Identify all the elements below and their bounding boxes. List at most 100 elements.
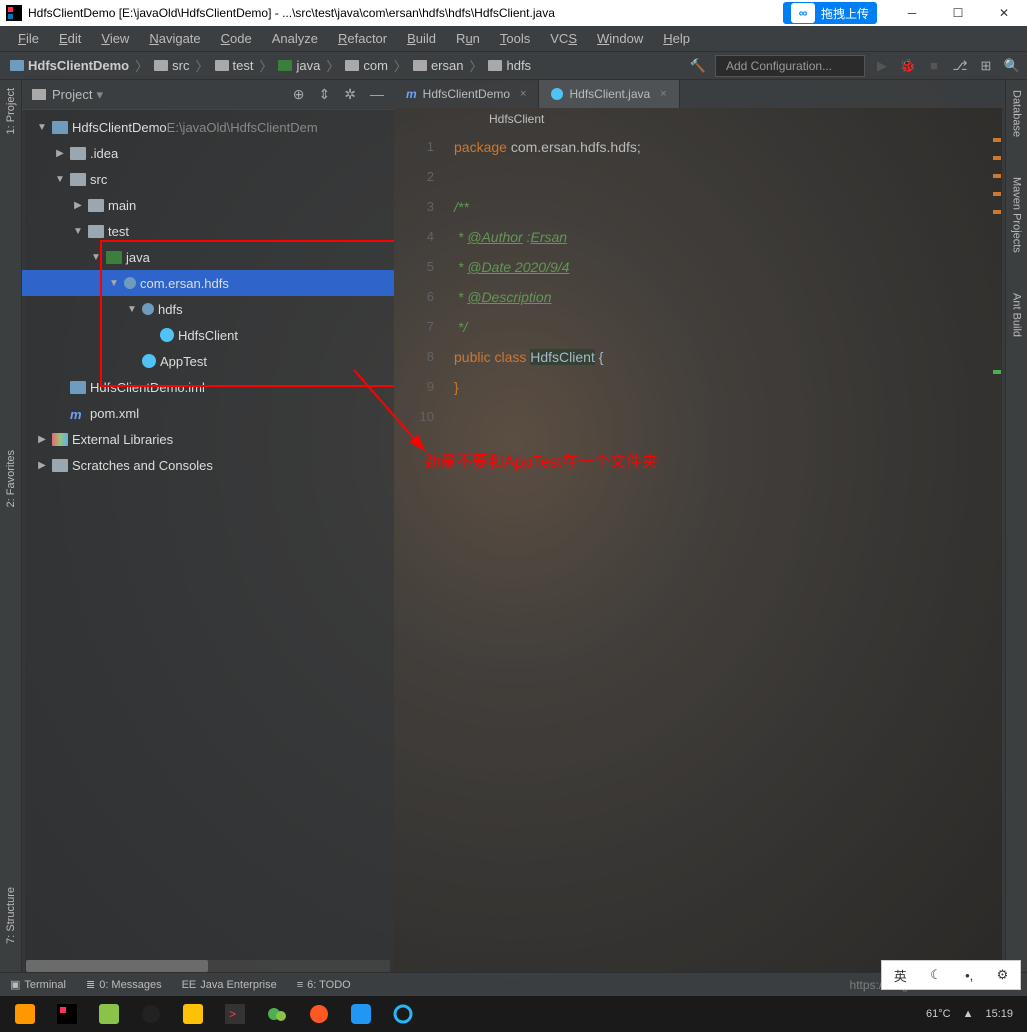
folder-icon bbox=[215, 60, 229, 71]
tree-item-pom-xml[interactable]: mpom.xml bbox=[22, 400, 394, 426]
ime-item[interactable]: 英 bbox=[894, 966, 907, 985]
tree-item-HdfsClientDemo-iml[interactable]: HdfsClientDemo.iml bbox=[22, 374, 394, 400]
tool-javaenterprise[interactable]: EEJava Enterprise bbox=[182, 979, 277, 991]
tree-item-External Libraries[interactable]: ▶External Libraries bbox=[22, 426, 394, 452]
folder-icon bbox=[70, 173, 86, 186]
folder-icon bbox=[345, 60, 359, 71]
menu-edit[interactable]: Edit bbox=[49, 29, 91, 48]
menu-analyze[interactable]: Analyze bbox=[262, 29, 328, 48]
menu-vcs[interactable]: VCS bbox=[540, 29, 587, 48]
tree-item-HdfsClientDemo[interactable]: ▼HdfsClientDemo E:\javaOld\HdfsClientDem bbox=[22, 114, 394, 140]
menu-help[interactable]: Help bbox=[653, 29, 700, 48]
editor-marker-bar bbox=[991, 130, 1005, 972]
editor-breadcrumb[interactable]: HdfsClient bbox=[394, 108, 1005, 130]
close-tab-icon[interactable]: × bbox=[520, 88, 526, 100]
task-wechat[interactable] bbox=[256, 998, 298, 1030]
crumb-test[interactable]: test bbox=[211, 58, 258, 73]
crumb-ersan[interactable]: ersan bbox=[409, 58, 468, 73]
tray-icon[interactable]: ▲ bbox=[963, 1008, 974, 1020]
task-app-9[interactable] bbox=[340, 998, 382, 1030]
task-qq[interactable] bbox=[130, 998, 172, 1030]
locate-icon[interactable]: ⊕ bbox=[293, 86, 305, 103]
menu-navigate[interactable]: Navigate bbox=[139, 29, 210, 48]
menu-file[interactable]: File bbox=[8, 29, 49, 48]
tree-item-Scratches and Consoles[interactable]: ▶Scratches and Consoles bbox=[22, 452, 394, 478]
crumb-com[interactable]: com bbox=[341, 58, 392, 73]
task-ie[interactable] bbox=[382, 998, 424, 1030]
gutter-project[interactable]: 1: Project bbox=[5, 80, 17, 142]
task-app-5[interactable] bbox=[172, 998, 214, 1030]
crumb-java[interactable]: java bbox=[274, 58, 324, 73]
tree-item-main[interactable]: ▶main bbox=[22, 192, 394, 218]
folder-icon bbox=[10, 60, 24, 71]
hide-icon[interactable]: — bbox=[370, 86, 384, 103]
run-icon[interactable]: ▶ bbox=[873, 57, 891, 75]
minimize-button[interactable]: ─ bbox=[889, 0, 935, 26]
gutter-database[interactable]: Database bbox=[1011, 80, 1023, 147]
hammer-icon[interactable]: 🔨 bbox=[689, 57, 707, 75]
close-button[interactable]: ✕ bbox=[981, 0, 1027, 26]
cloud-upload-widget[interactable]: ∞ 拖拽上传 bbox=[783, 2, 877, 24]
task-app-3[interactable] bbox=[88, 998, 130, 1030]
task-app-1[interactable] bbox=[4, 998, 46, 1030]
menu-view[interactable]: View bbox=[91, 29, 139, 48]
project-tree[interactable]: ▼HdfsClientDemo E:\javaOld\HdfsClientDem… bbox=[22, 110, 394, 958]
editor-tab-HdfsClientDemo[interactable]: mHdfsClientDemo× bbox=[394, 80, 539, 108]
project-title: Project bbox=[52, 87, 92, 102]
tool-messages[interactable]: ≣0: Messages bbox=[86, 978, 162, 991]
gutter-structure[interactable]: 7: Structure bbox=[5, 879, 17, 952]
tree-item-src[interactable]: ▼src bbox=[22, 166, 394, 192]
stop-icon[interactable]: ■ bbox=[925, 57, 943, 75]
class-icon bbox=[142, 354, 156, 368]
crumb-src[interactable]: src bbox=[150, 58, 193, 73]
collapse-icon[interactable]: ⇕ bbox=[319, 86, 331, 103]
menu-build[interactable]: Build bbox=[397, 29, 446, 48]
window-title: HdfsClientDemo [E:\javaOld\HdfsClientDem… bbox=[28, 6, 555, 20]
editor-tab-HdfsClient.java[interactable]: HdfsClient.java× bbox=[539, 80, 679, 108]
gutter-maven-projects[interactable]: Maven Projects bbox=[1011, 167, 1023, 263]
menu-tools[interactable]: Tools bbox=[490, 29, 540, 48]
folder-icon bbox=[488, 60, 502, 71]
dropdown-icon[interactable]: ▾ bbox=[96, 87, 103, 103]
pkg-icon bbox=[142, 303, 154, 315]
tree-item-java[interactable]: ▼java bbox=[22, 244, 394, 270]
tree-item-AppTest[interactable]: AppTest bbox=[22, 348, 394, 374]
line-number: 6 bbox=[394, 282, 434, 312]
tree-item--idea[interactable]: ▶.idea bbox=[22, 140, 394, 166]
cloud-icon: ∞ bbox=[791, 3, 815, 23]
tree-item-com-ersan-hdfs[interactable]: ▼com.ersan.hdfs bbox=[22, 270, 394, 296]
debug-icon[interactable]: 🐞 bbox=[899, 57, 917, 75]
settings-icon[interactable]: ✲ bbox=[344, 86, 356, 103]
ime-item[interactable]: ⚙ bbox=[997, 967, 1009, 983]
h-scrollbar[interactable] bbox=[26, 960, 390, 972]
run-config-dropdown[interactable]: Add Configuration... bbox=[715, 55, 865, 77]
tool-terminal[interactable]: ▣Terminal bbox=[10, 978, 66, 991]
menu-code[interactable]: Code bbox=[211, 29, 262, 48]
cpu-temp: 61°C bbox=[926, 1008, 951, 1020]
menu-window[interactable]: Window bbox=[587, 29, 653, 48]
gutter-favorites[interactable]: 2: Favorites bbox=[5, 442, 17, 515]
tree-item-HdfsClient[interactable]: HdfsClient bbox=[22, 322, 394, 348]
tree-item-hdfs[interactable]: ▼hdfs bbox=[22, 296, 394, 322]
gutter-ant-build[interactable]: Ant Build bbox=[1011, 283, 1023, 347]
close-tab-icon[interactable]: × bbox=[660, 88, 666, 100]
structure-icon[interactable]: ⊞ bbox=[977, 57, 995, 75]
git-icon[interactable]: ⎇ bbox=[951, 57, 969, 75]
ime-toolbar[interactable]: 英 ☾ •, ⚙ bbox=[881, 960, 1021, 990]
maximize-button[interactable]: ☐ bbox=[935, 0, 981, 26]
tool-todo[interactable]: ≡6: TODO bbox=[297, 979, 351, 991]
task-intellij[interactable] bbox=[46, 998, 88, 1030]
svg-text:>: > bbox=[229, 1007, 236, 1021]
folder-icon bbox=[32, 89, 46, 100]
menu-run[interactable]: Run bbox=[446, 29, 490, 48]
ime-item[interactable]: ☾ bbox=[930, 967, 942, 983]
ime-item[interactable]: •, bbox=[965, 968, 973, 983]
crumb-hdfs[interactable]: hdfs bbox=[484, 58, 535, 73]
crumb-HdfsClientDemo[interactable]: HdfsClientDemo bbox=[6, 58, 133, 73]
tree-item-test[interactable]: ▼test bbox=[22, 218, 394, 244]
menu-refactor[interactable]: Refactor bbox=[328, 29, 397, 48]
search-icon[interactable]: 🔍 bbox=[1003, 57, 1021, 75]
task-app-8[interactable] bbox=[298, 998, 340, 1030]
task-terminal[interactable]: > bbox=[214, 998, 256, 1030]
code-editor[interactable]: package com.ersan.hdfs.hdfs; /** * @Auth… bbox=[454, 130, 991, 972]
